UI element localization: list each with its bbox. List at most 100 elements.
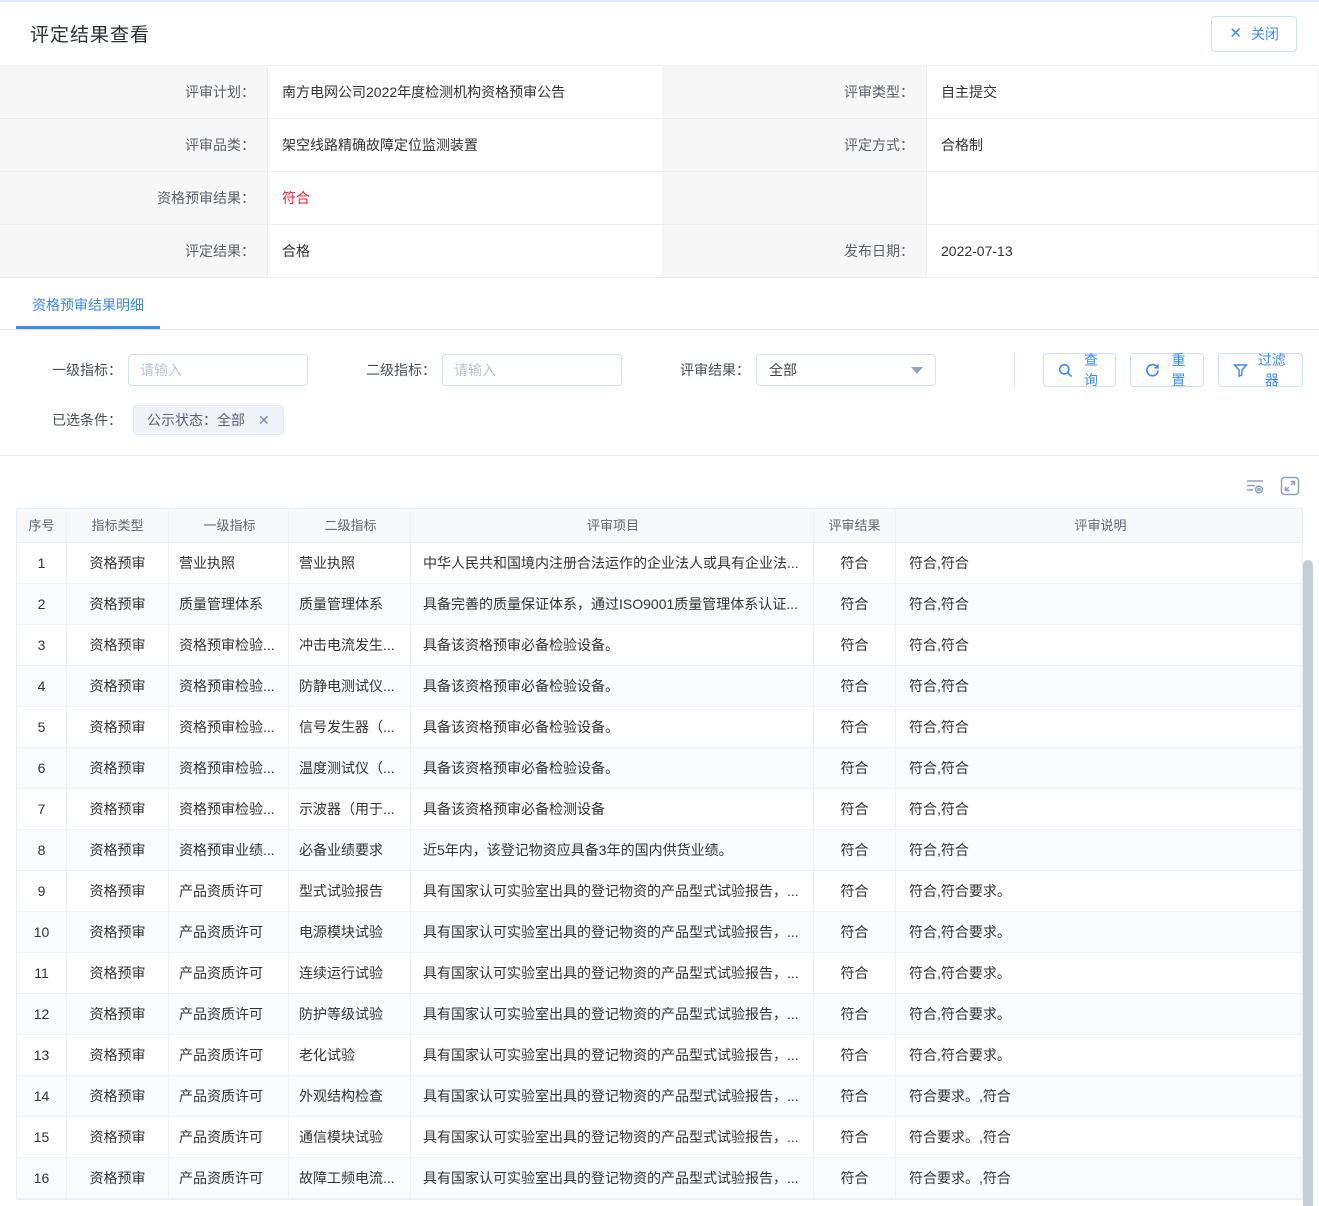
table-row: 4资格预审资格预审检验...防静电测试仪...具备该资格预审必备检验设备。符合符… [17,666,1302,707]
tab-prequalification-detail[interactable]: 资格预审结果明细 [16,281,160,329]
table-row: 9资格预审产品资质许可型式试验报告具有国家认可实验室出具的登记物资的产品型式试验… [17,871,1302,912]
info-label: 发布日期： [663,225,927,278]
review-result-selected-value: 全部 [769,360,797,380]
cell-level1: 资格预审检验... [169,707,289,748]
table-row: 1资格预审营业执照营业执照中华人民共和国境内注册合法运作的企业法人或具有企业法.… [17,543,1302,584]
close-icon: ✕ [1229,26,1242,41]
cell-type: 资格预审 [67,1117,169,1158]
search-button[interactable]: 查询 [1043,353,1116,387]
table-row: 6资格预审资格预审检验...温度测试仪（...具备该资格预审必备检验设备。符合符… [17,748,1302,789]
level2-indicator-input[interactable] [442,354,622,386]
filter-button[interactable]: 过滤器 [1218,353,1303,387]
cell-result: 符合 [814,1158,896,1199]
column-header-note: 评审说明 [896,509,1302,542]
cell-level1: 产品资质许可 [169,1158,289,1199]
reset-button[interactable]: 重置 [1130,353,1203,387]
cell-type: 资格预审 [67,1035,169,1076]
cell-seq: 6 [17,748,67,789]
cell-seq: 11 [17,953,67,994]
cell-type: 资格预审 [67,543,169,584]
cell-level1: 资格预审检验... [169,748,289,789]
close-button-label: 关闭 [1251,24,1279,44]
cell-note: 符合要求。,符合 [896,1158,1302,1199]
cell-seq: 14 [17,1076,67,1117]
cell-type: 资格预审 [67,994,169,1035]
info-label: 评定方式： [663,119,927,172]
tabs-bar: 资格预审结果明细 [0,281,1319,330]
level1-indicator-input[interactable] [128,354,308,386]
cell-note: 符合,符合 [896,707,1302,748]
cell-level1: 质量管理体系 [169,584,289,625]
cell-level2: 外观结构检查 [289,1076,411,1117]
cell-level1: 产品资质许可 [169,912,289,953]
cell-level1: 产品资质许可 [169,994,289,1035]
cell-item: 具有国家认可实验室出具的登记物资的产品型式试验报告，... [411,1076,814,1117]
cell-type: 资格预审 [67,1158,169,1199]
table-row: 8资格预审资格预审业绩...必备业绩要求近5年内，该登记物资应具备3年的国内供货… [17,830,1302,871]
cell-note: 符合,符合要求。 [896,994,1302,1035]
table-scrollbar-thumb[interactable] [1303,560,1313,1206]
column-header-type: 指标类型 [67,509,169,542]
info-value-review-category: 架空线路精确故障定位监测装置 [268,119,663,172]
cell-item: 具备该资格预审必备检验设备。 [411,707,814,748]
table-row: 14资格预审产品资质许可外观结构检查具有国家认可实验室出具的登记物资的产品型式试… [17,1076,1302,1117]
close-button[interactable]: ✕ 关闭 [1211,16,1297,52]
column-header-result: 评审结果 [814,509,896,542]
tag-close-icon[interactable]: ✕ [258,413,270,427]
table-row: 7资格预审资格预审检验...示波器（用于...具备该资格预审必备检测设备符合符合… [17,789,1302,830]
info-value-assess-method: 合格制 [927,119,1319,172]
review-result-select[interactable]: 全部 [756,354,936,386]
funnel-icon [1233,363,1248,378]
cell-note: 符合,符合 [896,625,1302,666]
condition-tag-label: 公示状态：全部 [147,410,245,430]
level2-indicator-label: 二级指标： [366,360,436,380]
cell-level2: 温度测试仪（... [289,748,411,789]
condition-tag[interactable]: 公示状态：全部 ✕ [133,405,284,435]
cell-type: 资格预审 [67,912,169,953]
cell-seq: 16 [17,1158,67,1199]
cell-note: 符合,符合 [896,666,1302,707]
column-settings-icon[interactable] [1244,475,1266,497]
cell-level2: 必备业绩要求 [289,830,411,871]
cell-result: 符合 [814,625,896,666]
table-row: 15资格预审产品资质许可通信模块试验具有国家认可实验室出具的登记物资的产品型式试… [17,1117,1302,1158]
selected-conditions-label: 已选条件： [52,410,122,430]
cell-item: 具有国家认可实验室出具的登记物资的产品型式试验报告，... [411,871,814,912]
summary-info-grid: 评审计划： 南方电网公司2022年度检测机构资格预审公告 评审类型： 自主提交 … [0,66,1319,278]
cell-result: 符合 [814,871,896,912]
cell-result: 符合 [814,666,896,707]
info-value-publish-date: 2022-07-13 [927,225,1319,278]
cell-type: 资格预审 [67,707,169,748]
cell-level2: 冲击电流发生... [289,625,411,666]
cell-item: 具备该资格预审必备检测设备 [411,789,814,830]
table-body: 1资格预审营业执照营业执照中华人民共和国境内注册合法运作的企业法人或具有企业法.… [17,543,1302,1199]
cell-level1: 资格预审检验... [169,625,289,666]
cell-level2: 电源模块试验 [289,912,411,953]
cell-item: 具备完善的质量保证体系，通过ISO9001质量管理体系认证... [411,584,814,625]
cell-type: 资格预审 [67,871,169,912]
cell-type: 资格预审 [67,1076,169,1117]
table-toolbar [0,456,1319,508]
cell-level1: 产品资质许可 [169,1117,289,1158]
table-row: 3资格预审资格预审检验...冲击电流发生...具备该资格预审必备检验设备。符合符… [17,625,1302,666]
cell-item: 具备该资格预审必备检验设备。 [411,666,814,707]
cell-level2: 信号发生器（... [289,707,411,748]
cell-level2: 型式试验报告 [289,871,411,912]
cell-result: 符合 [814,994,896,1035]
cell-item: 具有国家认可实验室出具的登记物资的产品型式试验报告，... [411,994,814,1035]
cell-item: 具有国家认可实验室出具的登记物资的产品型式试验报告，... [411,1035,814,1076]
cell-type: 资格预审 [67,666,169,707]
cell-level2: 通信模块试验 [289,1117,411,1158]
cell-seq: 15 [17,1117,67,1158]
cell-seq: 9 [17,871,67,912]
level1-indicator-label: 一级指标： [52,360,122,380]
cell-level2: 老化试验 [289,1035,411,1076]
info-value-assess-result: 合格 [268,225,663,278]
fullscreen-expand-icon[interactable] [1279,475,1301,497]
table-row: 10资格预审产品资质许可电源模块试验具有国家认可实验室出具的登记物资的产品型式试… [17,912,1302,953]
selected-conditions-row: 已选条件： 公示状态：全部 ✕ [0,388,1319,435]
info-label: 评定结果： [0,225,268,278]
cell-result: 符合 [814,1035,896,1076]
cell-level2: 质量管理体系 [289,584,411,625]
cell-item: 中华人民共和国境内注册合法运作的企业法人或具有企业法... [411,543,814,584]
